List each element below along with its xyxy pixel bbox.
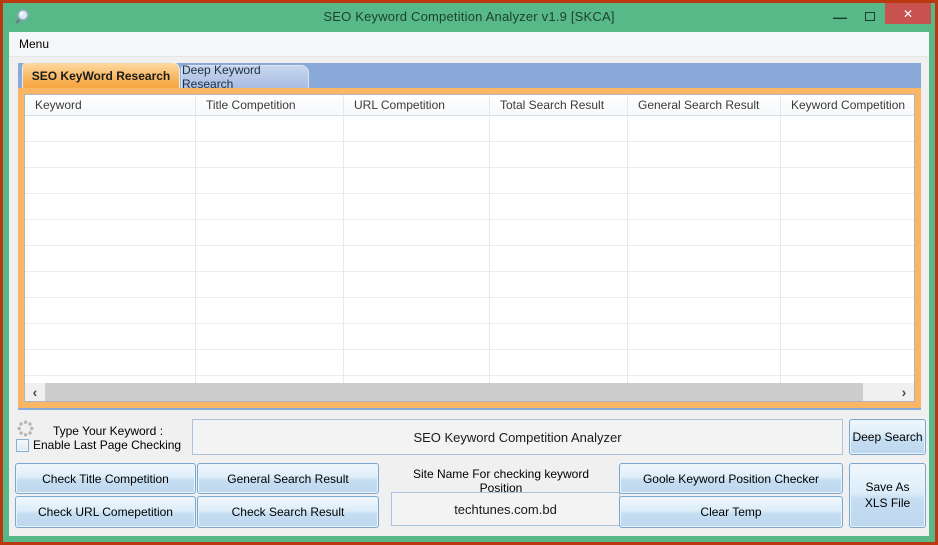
maximize-button[interactable] bbox=[855, 3, 885, 24]
grid-header-row: Keyword Title Competition URL Competitio… bbox=[25, 95, 914, 116]
menu-bar: Menu bbox=[9, 32, 929, 57]
minimize-button[interactable]: — bbox=[825, 3, 855, 24]
client-area: SEO KeyWord Research Deep Keyword Resear… bbox=[9, 57, 929, 536]
site-name-input[interactable]: techtunes.com.bd bbox=[391, 492, 620, 526]
scroll-left-icon[interactable]: ‹ bbox=[25, 383, 45, 401]
column-divider bbox=[489, 116, 490, 383]
menu-item-menu[interactable]: Menu bbox=[9, 32, 59, 56]
grid-body-empty bbox=[25, 116, 914, 383]
app-window: SEO Keyword Competition Analyzer v1.9 [S… bbox=[0, 0, 938, 545]
check-search-result-button[interactable]: Check Search Result bbox=[197, 496, 379, 528]
window-title: SEO Keyword Competition Analyzer v1.9 [S… bbox=[323, 9, 615, 24]
type-keyword-label: Type Your Keyword : bbox=[52, 424, 164, 438]
close-button[interactable]: ✕ bbox=[885, 3, 931, 24]
column-header-total-search-result[interactable]: Total Search Result bbox=[490, 95, 628, 116]
clear-temp-button[interactable]: Clear Temp bbox=[619, 496, 843, 528]
column-header-keyword-competition[interactable]: Keyword Competition bbox=[781, 95, 914, 116]
title-bar: SEO Keyword Competition Analyzer v1.9 [S… bbox=[3, 3, 935, 32]
column-header-general-search-result[interactable]: General Search Result bbox=[628, 95, 781, 116]
general-search-result-button[interactable]: General Search Result bbox=[197, 463, 379, 494]
column-header-title-competition[interactable]: Title Competition bbox=[196, 95, 344, 116]
minimize-icon: — bbox=[833, 8, 847, 25]
scroll-right-icon[interactable]: › bbox=[894, 383, 914, 401]
results-panel: Keyword Title Competition URL Competitio… bbox=[18, 88, 921, 410]
column-divider bbox=[195, 116, 196, 383]
horizontal-scrollbar[interactable]: ‹ › bbox=[25, 383, 914, 401]
tab-deep-keyword-research[interactable]: Deep Keyword Research bbox=[181, 63, 309, 91]
window-controls: — ✕ bbox=[825, 3, 931, 32]
tab-seo-keyword-research[interactable]: SEO KeyWord Research bbox=[22, 62, 180, 88]
deep-search-button[interactable]: Deep Search bbox=[849, 419, 926, 455]
enable-last-page-label: Enable Last Page Checking bbox=[33, 438, 182, 452]
check-title-competition-button[interactable]: Check Title Competition bbox=[15, 463, 196, 494]
site-name-label: Site Name For checking keyword Position bbox=[412, 467, 590, 495]
check-url-competition-button[interactable]: Check URL Comepetition bbox=[15, 496, 196, 528]
enable-last-page-row: Enable Last Page Checking bbox=[16, 438, 181, 452]
google-keyword-position-checker-button[interactable]: Goole Keyword Position Checker bbox=[619, 463, 843, 494]
scrollbar-thumb[interactable] bbox=[45, 383, 863, 401]
save-as-xls-button[interactable]: Save As XLS File bbox=[849, 463, 926, 528]
keyword-input[interactable]: SEO Keyword Competition Analyzer bbox=[192, 419, 843, 455]
spinner-icon bbox=[17, 420, 34, 437]
column-header-keyword[interactable]: Keyword bbox=[25, 95, 196, 116]
column-header-url-competition[interactable]: URL Competition bbox=[344, 95, 490, 116]
column-divider bbox=[343, 116, 344, 383]
results-grid: Keyword Title Competition URL Competitio… bbox=[24, 94, 915, 402]
maximize-icon bbox=[865, 11, 875, 21]
column-divider bbox=[627, 116, 628, 383]
enable-last-page-checkbox[interactable] bbox=[16, 438, 29, 452]
column-divider bbox=[780, 116, 781, 383]
close-icon: ✕ bbox=[902, 6, 914, 21]
